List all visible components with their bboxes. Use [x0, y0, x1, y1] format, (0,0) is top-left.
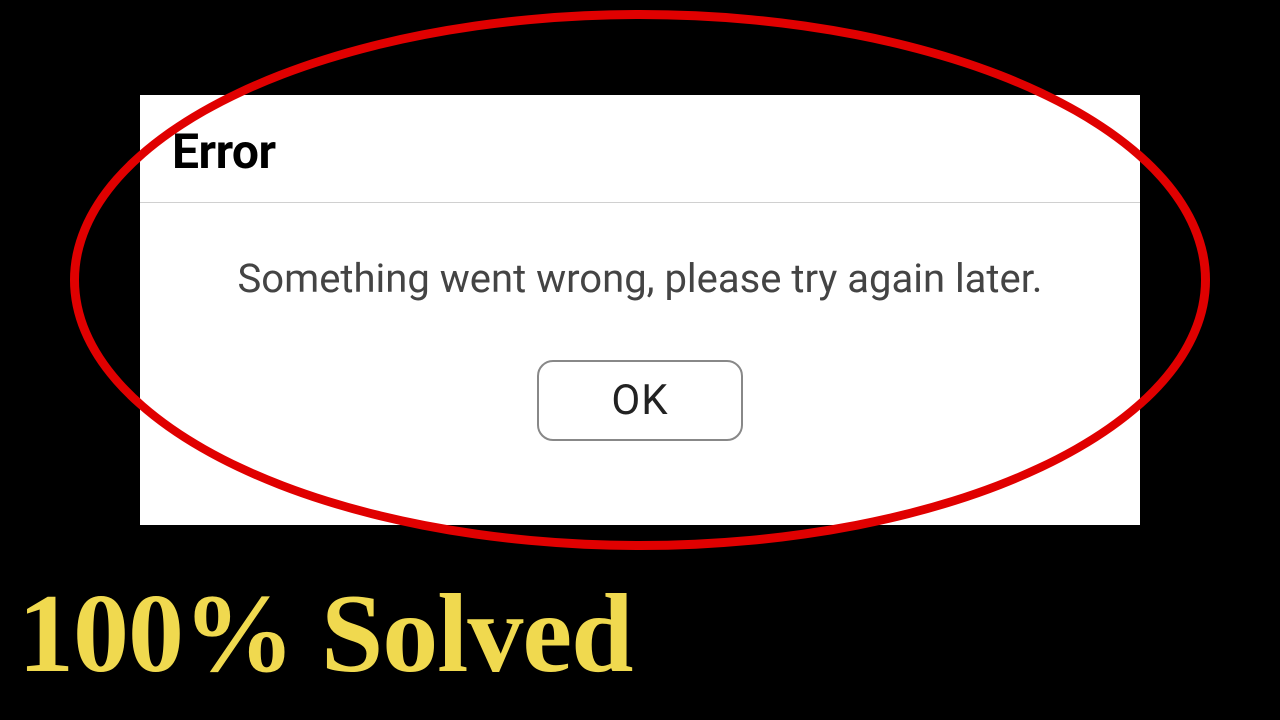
dialog-header: Error — [140, 95, 1140, 203]
solved-caption: 100% Solved — [18, 578, 632, 690]
dialog-title: Error — [172, 123, 1108, 180]
dialog-message: Something went wrong, please try again l… — [238, 253, 1043, 305]
error-dialog: Error Something went wrong, please try a… — [140, 95, 1140, 525]
ok-button[interactable]: OK — [537, 360, 742, 441]
dialog-body: Something went wrong, please try again l… — [140, 203, 1140, 525]
